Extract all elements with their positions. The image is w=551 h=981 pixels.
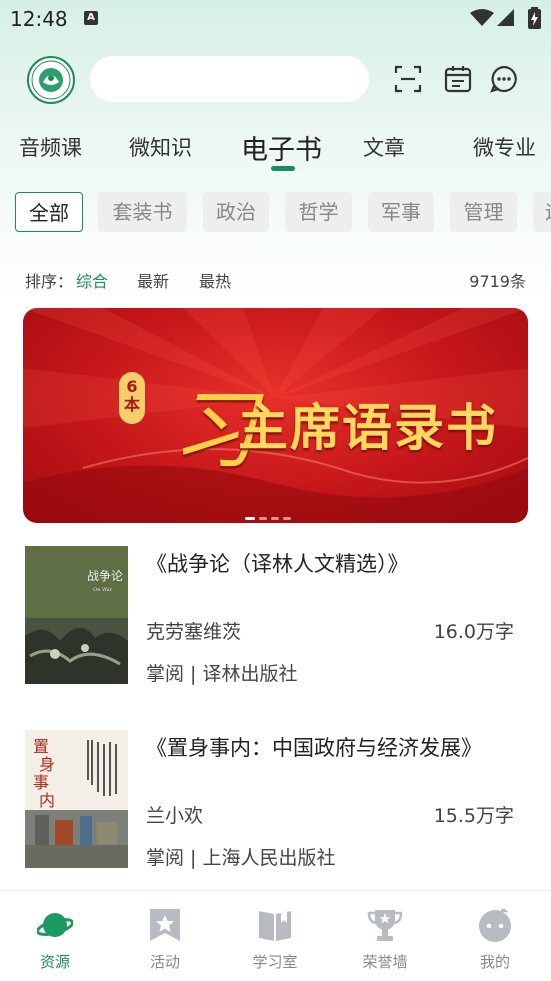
category-more[interactable]: 运 bbox=[533, 192, 551, 232]
accessibility-a-icon: A bbox=[84, 11, 98, 25]
cover-title-char: 内 bbox=[39, 791, 55, 810]
profile-icon bbox=[479, 908, 511, 942]
active-tab-indicator bbox=[271, 166, 295, 171]
sort-hottest[interactable]: 最热 bbox=[199, 268, 231, 292]
battery-icon bbox=[528, 7, 541, 29]
book-word-count: 16.0万字 bbox=[433, 621, 514, 643]
banner-title: 主席语录书 bbox=[238, 398, 498, 457]
category-all[interactable]: 全部 bbox=[15, 192, 83, 232]
book-publisher: 掌阅 | 译林出版社 bbox=[146, 663, 298, 685]
tab-micro-major[interactable]: 微专业 bbox=[473, 132, 536, 162]
wifi-icon bbox=[470, 9, 494, 26]
category-philosophy[interactable]: 哲学 bbox=[285, 192, 352, 232]
carousel-indicator bbox=[245, 505, 295, 523]
bottom-navigation: 资源 活动 学习室 荣誉墙 我的 bbox=[0, 891, 551, 981]
nav-profile[interactable]: 我的 bbox=[440, 891, 550, 981]
scan-icon[interactable] bbox=[393, 64, 423, 94]
cover-subtitle: On War bbox=[93, 587, 113, 593]
sort-newest[interactable]: 最新 bbox=[137, 268, 169, 292]
trophy-icon bbox=[367, 910, 403, 941]
banner-number-badge: 6本 bbox=[119, 372, 145, 424]
cover-title-char: 身 bbox=[39, 755, 55, 774]
tab-audio-course[interactable]: 音频课 bbox=[19, 132, 82, 162]
book-title: 《战争论（译林人文精选）》 bbox=[146, 552, 409, 576]
nav-label: 荣誉墙 bbox=[362, 953, 408, 971]
content-tabs: 音频课 微知识 电子书 文章 微专业 bbox=[0, 126, 551, 176]
nav-label: 学习室 bbox=[252, 953, 298, 971]
status-bar: 12:48 A bbox=[0, 0, 551, 36]
category-military[interactable]: 军事 bbox=[368, 192, 434, 232]
cover-title-char: 事 bbox=[33, 773, 49, 792]
book-title: 《置身事内：中国政府与经济发展》 bbox=[146, 736, 482, 760]
nav-label: 活动 bbox=[149, 953, 180, 971]
nav-honor-wall[interactable]: 荣誉墙 bbox=[330, 891, 440, 981]
cover-title-char: 置 bbox=[33, 737, 49, 756]
category-politics[interactable]: 政治 bbox=[203, 192, 269, 232]
emblem-icon bbox=[31, 60, 71, 100]
sort-comprehensive[interactable]: 综合 bbox=[76, 268, 108, 292]
nav-activities[interactable]: 活动 bbox=[110, 891, 220, 981]
carousel-dot bbox=[271, 517, 279, 520]
result-count: 9719条 bbox=[469, 272, 526, 291]
nav-label: 我的 bbox=[479, 953, 510, 971]
star-bookmark-icon bbox=[150, 909, 180, 941]
nav-label: 资源 bbox=[39, 953, 70, 971]
nav-resources[interactable]: 资源 bbox=[0, 891, 110, 981]
sort-label: 排序： bbox=[25, 272, 74, 291]
tab-article[interactable]: 文章 bbox=[363, 132, 405, 162]
tab-ebook[interactable]: 电子书 bbox=[241, 128, 322, 167]
tab-micro-knowledge[interactable]: 微知识 bbox=[129, 132, 192, 162]
book-author: 兰小欢 bbox=[146, 805, 204, 827]
carousel-dot bbox=[259, 517, 267, 520]
message-icon[interactable] bbox=[489, 64, 519, 94]
book-word-count: 15.5万字 bbox=[433, 805, 514, 827]
book-publisher: 掌阅 | 上海人民出版社 bbox=[146, 847, 336, 869]
signal-icon bbox=[497, 9, 514, 26]
book-cover-image: 战争论 On War bbox=[25, 546, 128, 684]
logo-icon[interactable] bbox=[27, 56, 75, 104]
category-management[interactable]: 管理 bbox=[450, 192, 517, 232]
carousel-dot bbox=[283, 517, 291, 520]
search-input[interactable] bbox=[90, 56, 369, 102]
book-author: 克劳塞维茨 bbox=[146, 621, 242, 643]
calendar-icon[interactable] bbox=[443, 64, 473, 94]
cover-title: 战争论 bbox=[87, 569, 123, 583]
book-cover-image: 置 身 事 内 bbox=[25, 730, 128, 868]
category-box-set[interactable]: 套装书 bbox=[98, 192, 187, 232]
book-icon bbox=[259, 911, 291, 941]
planet-icon bbox=[37, 913, 73, 937]
nav-study-room[interactable]: 学习室 bbox=[220, 891, 330, 981]
status-time: 12:48 bbox=[10, 7, 68, 31]
promo-banner[interactable]: 6本 习 主席语录书 bbox=[23, 308, 528, 523]
carousel-dot bbox=[245, 517, 255, 520]
